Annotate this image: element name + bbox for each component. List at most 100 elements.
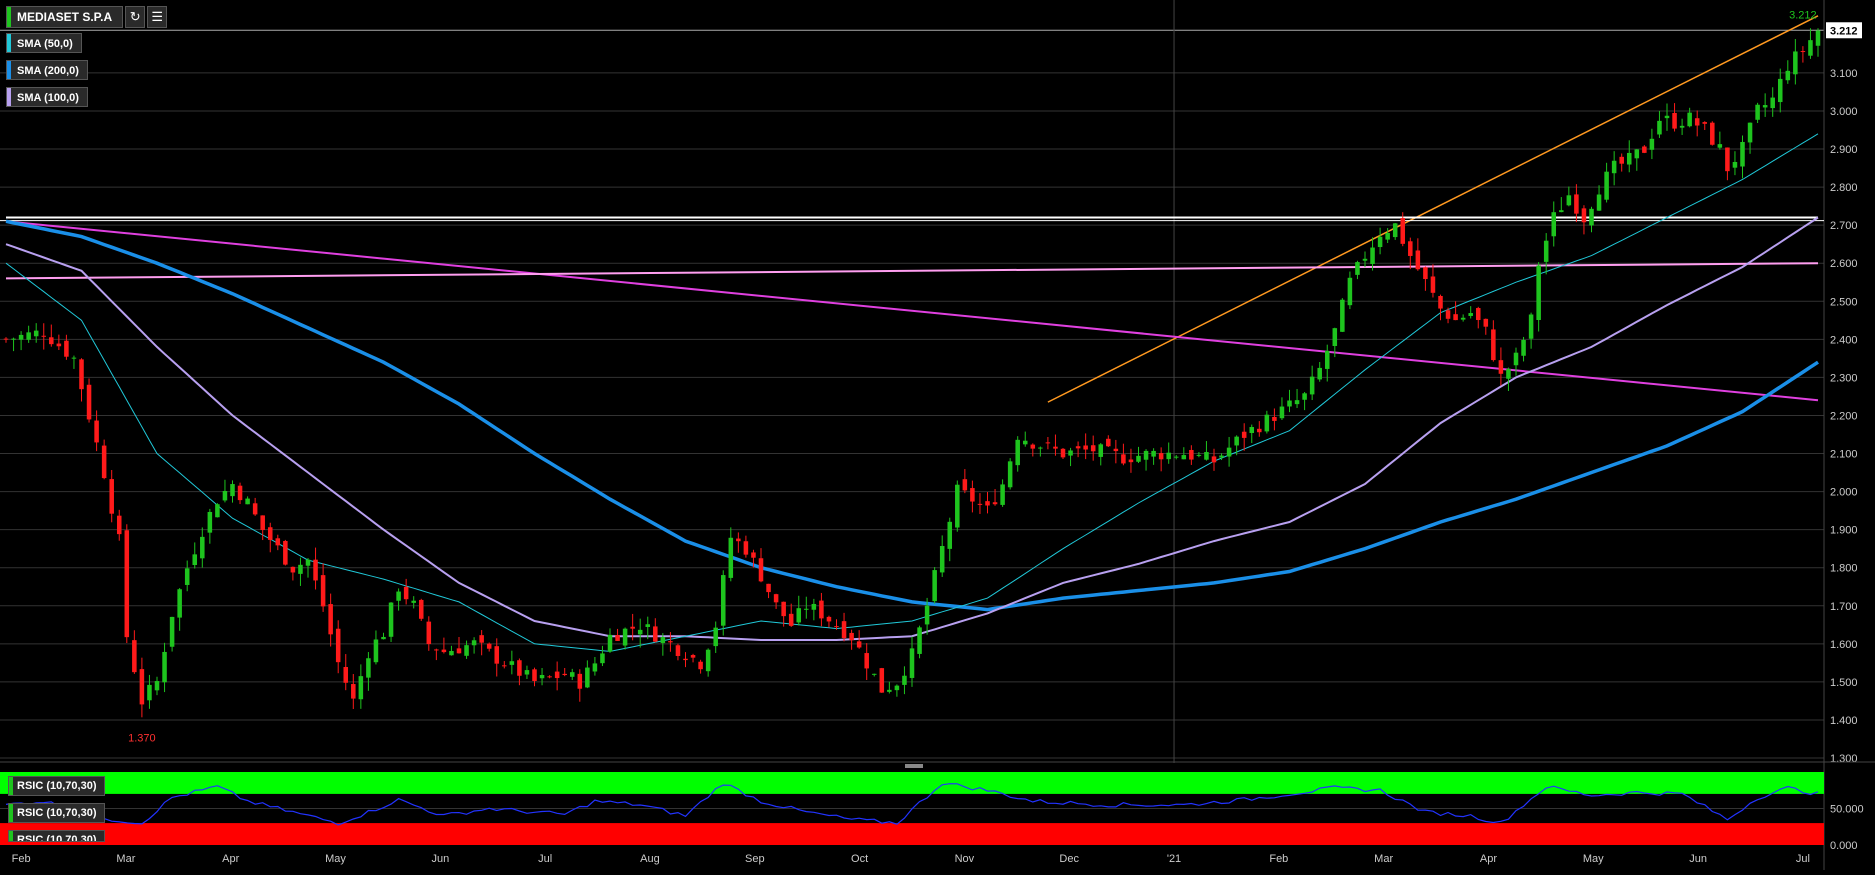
y-tick-label: 2.100 <box>1830 449 1858 461</box>
candle-body <box>1475 308 1481 321</box>
rsi-label-1-swatch <box>9 777 13 795</box>
title-bar: MEDIASET S.P.A ↻ ☰ <box>6 6 168 28</box>
x-tick-label: Jun <box>1689 853 1707 865</box>
refresh-icon[interactable]: ↻ <box>125 6 146 28</box>
candle-body <box>464 645 469 656</box>
last-price-label: 3.212 <box>1830 25 1858 37</box>
y-tick-label: 2.700 <box>1830 220 1858 232</box>
candle-body <box>94 420 99 443</box>
candle-body <box>1528 314 1534 339</box>
candle-body <box>260 515 265 530</box>
x-tick-label: Mar <box>1374 853 1393 865</box>
candle-body <box>3 338 9 340</box>
y-tick-label: 2.600 <box>1830 258 1858 270</box>
legend-sma50[interactable]: SMA (50,0) <box>6 33 82 53</box>
symbol-name: MEDIASET S.P.A <box>17 10 113 24</box>
rsi-label-1[interactable]: RSIC (10,70,30) <box>8 776 106 796</box>
rsi-label-2-swatch <box>9 804 13 822</box>
candle-body <box>856 641 862 648</box>
rsi-label-3[interactable]: RSIC (10,70,30) <box>8 830 106 842</box>
candle-body <box>169 616 175 647</box>
candle-body <box>637 629 643 635</box>
candle-body <box>1287 400 1292 407</box>
candle-body <box>1566 195 1572 206</box>
y-tick-label: 2.400 <box>1830 334 1858 346</box>
symbol-title[interactable]: MEDIASET S.P.A <box>6 6 124 28</box>
candle-body <box>1408 241 1413 256</box>
candle-body <box>1324 350 1330 369</box>
candle-body <box>683 658 688 661</box>
candle-body <box>766 583 771 593</box>
candle-body <box>1106 438 1111 447</box>
candle-body <box>1423 267 1428 280</box>
y-tick-label: 1.700 <box>1830 601 1858 613</box>
candle-body <box>283 541 288 565</box>
candle-body <box>1800 51 1806 53</box>
y-tick-label: 3.000 <box>1830 106 1858 118</box>
y-tick-label: 1.400 <box>1830 715 1858 727</box>
candle-body <box>1257 428 1262 433</box>
candle-body <box>1241 431 1247 438</box>
candle-body <box>1392 223 1398 238</box>
candle-body <box>313 559 318 581</box>
x-tick-label: Mar <box>116 853 135 865</box>
candle-body <box>1483 318 1489 327</box>
rsi-label-3-text: RSIC (10,70,30) <box>17 834 97 842</box>
candle-body <box>1770 97 1775 109</box>
candle-body <box>1506 368 1511 379</box>
candle-body <box>1272 417 1277 421</box>
candle-body <box>1136 455 1141 462</box>
candle-body <box>18 334 24 340</box>
candle-body <box>1445 310 1451 319</box>
x-tick-label: Jul <box>1796 853 1810 865</box>
candle-body <box>1400 218 1406 244</box>
candle-body <box>1679 125 1685 128</box>
x-tick-label: Apr <box>1480 853 1497 865</box>
candle-body <box>1626 152 1632 165</box>
candle-body <box>1521 339 1526 356</box>
candle-body <box>1785 70 1791 81</box>
candle-body <box>585 667 590 688</box>
candle-body <box>1574 194 1579 214</box>
ruler-icon[interactable]: ☰ <box>147 6 168 28</box>
candle-body <box>1113 448 1119 452</box>
rsi-label-2[interactable]: RSIC (10,70,30) <box>8 803 106 823</box>
candle-body <box>1672 112 1677 129</box>
candle-body <box>796 608 802 623</box>
candle-body <box>1302 393 1307 400</box>
candle-body <box>184 568 190 585</box>
panel-resize-handle <box>905 764 923 768</box>
candle-body <box>1068 450 1073 456</box>
candle-body <box>486 643 492 649</box>
candle-body <box>1121 454 1126 464</box>
candle-body <box>124 530 130 638</box>
candle-body <box>517 660 522 676</box>
candle-body <box>849 632 854 641</box>
x-tick-label: May <box>325 853 346 865</box>
candle-body <box>222 491 228 501</box>
candle-body <box>335 628 341 663</box>
x-tick-label: Sep <box>745 853 765 865</box>
candle-body <box>1732 161 1738 168</box>
candle-body <box>403 586 409 600</box>
legend-sma50-swatch <box>7 34 11 52</box>
x-tick-label: Jul <box>538 853 552 865</box>
rsi-axis-label: 0.000 <box>1830 840 1858 852</box>
candle-body <box>381 636 386 640</box>
candle-body <box>539 675 545 679</box>
y-tick-label: 1.900 <box>1830 525 1858 537</box>
y-tick-label: 2.800 <box>1830 182 1858 194</box>
candle-body <box>116 515 122 535</box>
legend-sma100-label: SMA (100,0) <box>17 92 79 104</box>
candle-body <box>86 384 92 420</box>
candle-body <box>698 661 703 670</box>
candle-body <box>1438 295 1443 309</box>
legend-sma50-label: SMA (50,0) <box>17 38 73 50</box>
candle-body <box>1755 104 1760 120</box>
legend-sma100[interactable]: SMA (100,0) <box>6 87 88 107</box>
candle-body <box>758 558 764 582</box>
legend-sma200[interactable]: SMA (200,0) <box>6 60 88 80</box>
candle-body <box>720 575 726 626</box>
candle-body <box>1611 160 1617 174</box>
candle-body <box>1460 317 1466 320</box>
